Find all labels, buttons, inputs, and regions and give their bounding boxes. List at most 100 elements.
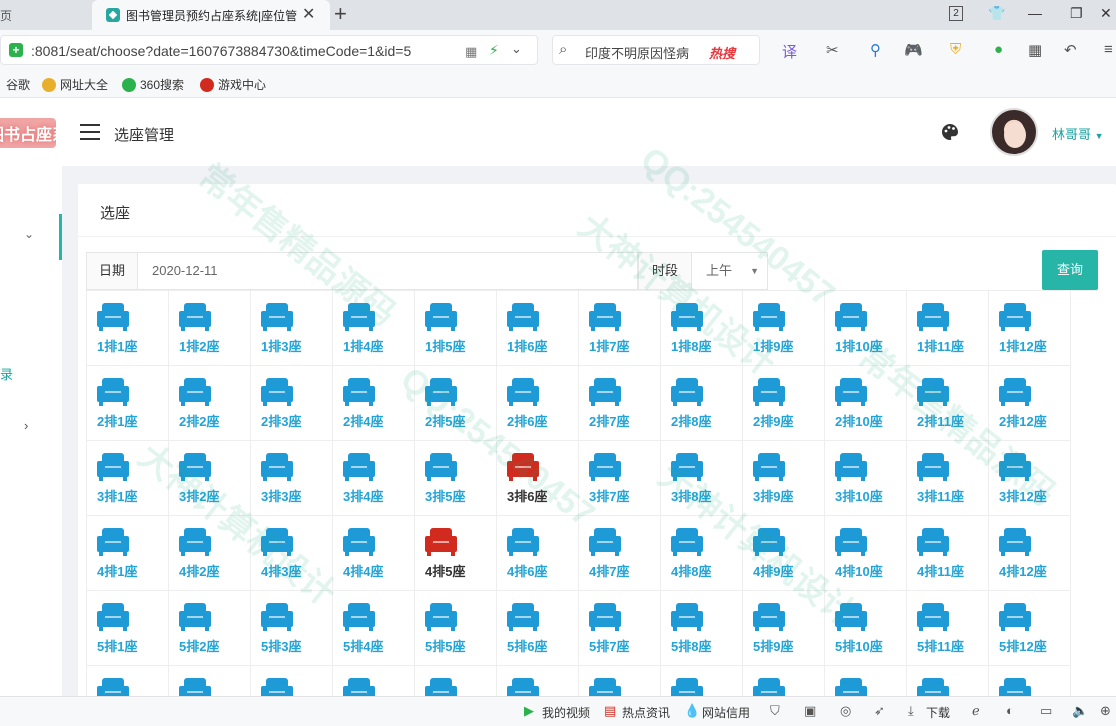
seat-available[interactable]: 3排8座 [661, 441, 743, 516]
seat-available[interactable]: 2排1座 [87, 366, 169, 441]
chevron-right-icon[interactable]: › [24, 418, 28, 433]
browser-icon[interactable]: ◎ [840, 703, 851, 719]
zoom-icon[interactable]: ⊕ [1100, 703, 1111, 719]
query-button[interactable]: 查询 [1042, 250, 1098, 290]
seat-available[interactable]: 2排10座 [825, 366, 907, 441]
seat-available[interactable]: 2排8座 [661, 366, 743, 441]
seat-available[interactable]: 5排7座 [579, 591, 661, 666]
status-hot-news[interactable]: 热点资讯 [622, 704, 670, 721]
status-site-credit[interactable]: 网站信用 [702, 704, 750, 721]
seat-available[interactable]: 5排11座 [907, 591, 989, 666]
seat-available[interactable]: 4排7座 [579, 516, 661, 591]
seat-available[interactable] [169, 666, 251, 696]
seat-available[interactable]: 3排3座 [251, 441, 333, 516]
seat-available[interactable] [251, 666, 333, 696]
seat-available[interactable]: 5排10座 [825, 591, 907, 666]
seat-available[interactable]: 5排12座 [989, 591, 1071, 666]
seat-available[interactable]: 2排7座 [579, 366, 661, 441]
seat-available[interactable]: 2排2座 [169, 366, 251, 441]
seat-available[interactable]: 1排7座 [579, 291, 661, 366]
seat-available[interactable]: 3排12座 [989, 441, 1071, 516]
bookmark-360[interactable]: 360搜索 [122, 76, 184, 93]
seat-available[interactable]: 2排11座 [907, 366, 989, 441]
seat-available[interactable]: 3排7座 [579, 441, 661, 516]
seat-available[interactable] [989, 666, 1071, 696]
seat-available[interactable]: 1排3座 [251, 291, 333, 366]
rocket-icon[interactable]: ➶ [874, 703, 885, 719]
date-input[interactable]: 2020-12-11 [138, 252, 638, 290]
hot-search-badge[interactable]: 热搜 [709, 43, 735, 62]
seat-available[interactable] [497, 666, 579, 696]
status-my-video[interactable]: 我的视频 [542, 704, 590, 721]
window-icon[interactable]: ▭ [1040, 703, 1052, 719]
seat-available[interactable]: 4排1座 [87, 516, 169, 591]
sidebar-item-link[interactable]: 录 [0, 364, 13, 383]
seat-available[interactable]: 4排12座 [989, 516, 1071, 591]
close-window-icon[interactable]: ✕ [1100, 5, 1112, 22]
seat-available[interactable]: 5排3座 [251, 591, 333, 666]
shield-icon[interactable]: ⛨ [950, 41, 961, 58]
seat-available[interactable]: 2排4座 [333, 366, 415, 441]
seat-available[interactable]: 1排4座 [333, 291, 415, 366]
seat-available[interactable]: 2排5座 [415, 366, 497, 441]
seat-taken[interactable]: 3排6座 [497, 441, 579, 516]
minimize-icon[interactable]: — [1028, 5, 1042, 21]
seat-available[interactable]: 5排8座 [661, 591, 743, 666]
seat-available[interactable] [661, 666, 743, 696]
chevron-down-icon[interactable]: ⌄ [511, 41, 522, 57]
edge-icon[interactable]: ◐ [1006, 703, 1014, 718]
ie-icon[interactable]: ℯ [972, 703, 980, 719]
new-tab-icon[interactable]: + [334, 1, 347, 27]
seat-available[interactable]: 4排3座 [251, 516, 333, 591]
search-box[interactable]: ⌕ 印度不明原因怪病 热搜 [552, 35, 760, 65]
seat-available[interactable]: 3排2座 [169, 441, 251, 516]
seat-available[interactable] [87, 666, 169, 696]
user-menu[interactable]: 林哥哥 ▼ [1052, 124, 1104, 143]
active-tab[interactable]: 图书管理员预约占座系统|座位管 ✕ [92, 0, 330, 30]
seat-available[interactable] [333, 666, 415, 696]
seat-available[interactable]: 5排9座 [743, 591, 825, 666]
menu-toggle-icon[interactable] [80, 124, 100, 140]
seat-available[interactable]: 1排11座 [907, 291, 989, 366]
seat-available[interactable]: 1排12座 [989, 291, 1071, 366]
seat-available[interactable]: 1排8座 [661, 291, 743, 366]
seat-available[interactable]: 3排4座 [333, 441, 415, 516]
bookmark-google[interactable]: 谷歌 [6, 76, 30, 93]
volume-icon[interactable]: 🔈 [1072, 703, 1088, 719]
bookmark-hao[interactable]: 网址大全 [42, 76, 108, 93]
close-tab-icon[interactable]: ✕ [302, 4, 315, 24]
seat-available[interactable] [743, 666, 825, 696]
seat-available[interactable]: 4排4座 [333, 516, 415, 591]
previous-tab[interactable]: 页 [0, 0, 92, 30]
seat-available[interactable]: 5排6座 [497, 591, 579, 666]
seat-available[interactable]: 4排8座 [661, 516, 743, 591]
seat-available[interactable]: 1排2座 [169, 291, 251, 366]
seat-available[interactable]: 2排9座 [743, 366, 825, 441]
url-field[interactable]: + :8081/seat/choose?date=1607673884730&t… [0, 35, 538, 65]
seat-available[interactable]: 3排1座 [87, 441, 169, 516]
seat-available[interactable]: 3排10座 [825, 441, 907, 516]
seat-available[interactable]: 4排11座 [907, 516, 989, 591]
seat-available[interactable] [825, 666, 907, 696]
seat-available[interactable]: 4排9座 [743, 516, 825, 591]
seat-available[interactable]: 3排5座 [415, 441, 497, 516]
seat-taken[interactable]: 4排5座 [415, 516, 497, 591]
status-download[interactable]: 下载 [926, 704, 950, 721]
seat-available[interactable]: 3排9座 [743, 441, 825, 516]
seat-available[interactable]: 4排2座 [169, 516, 251, 591]
seat-available[interactable] [579, 666, 661, 696]
scissors-icon[interactable]: ✂ [826, 41, 839, 59]
shirt-icon[interactable]: 👕 [988, 5, 1005, 22]
palette-icon[interactable] [940, 122, 960, 142]
lightning-icon[interactable]: ⚡ [489, 42, 499, 59]
magnifier-icon[interactable]: ⚲ [870, 41, 881, 59]
seat-available[interactable] [415, 666, 497, 696]
bookmark-games[interactable]: 游戏中心 [200, 76, 266, 93]
seat-available[interactable] [907, 666, 989, 696]
seat-available[interactable]: 1排5座 [415, 291, 497, 366]
image-icon[interactable]: ▣ [804, 703, 816, 719]
seat-available[interactable]: 5排2座 [169, 591, 251, 666]
seat-available[interactable]: 5排1座 [87, 591, 169, 666]
sidebar-item-active[interactable]: ⌄ [0, 214, 62, 260]
tab-count-badge[interactable]: 2 [949, 6, 963, 21]
